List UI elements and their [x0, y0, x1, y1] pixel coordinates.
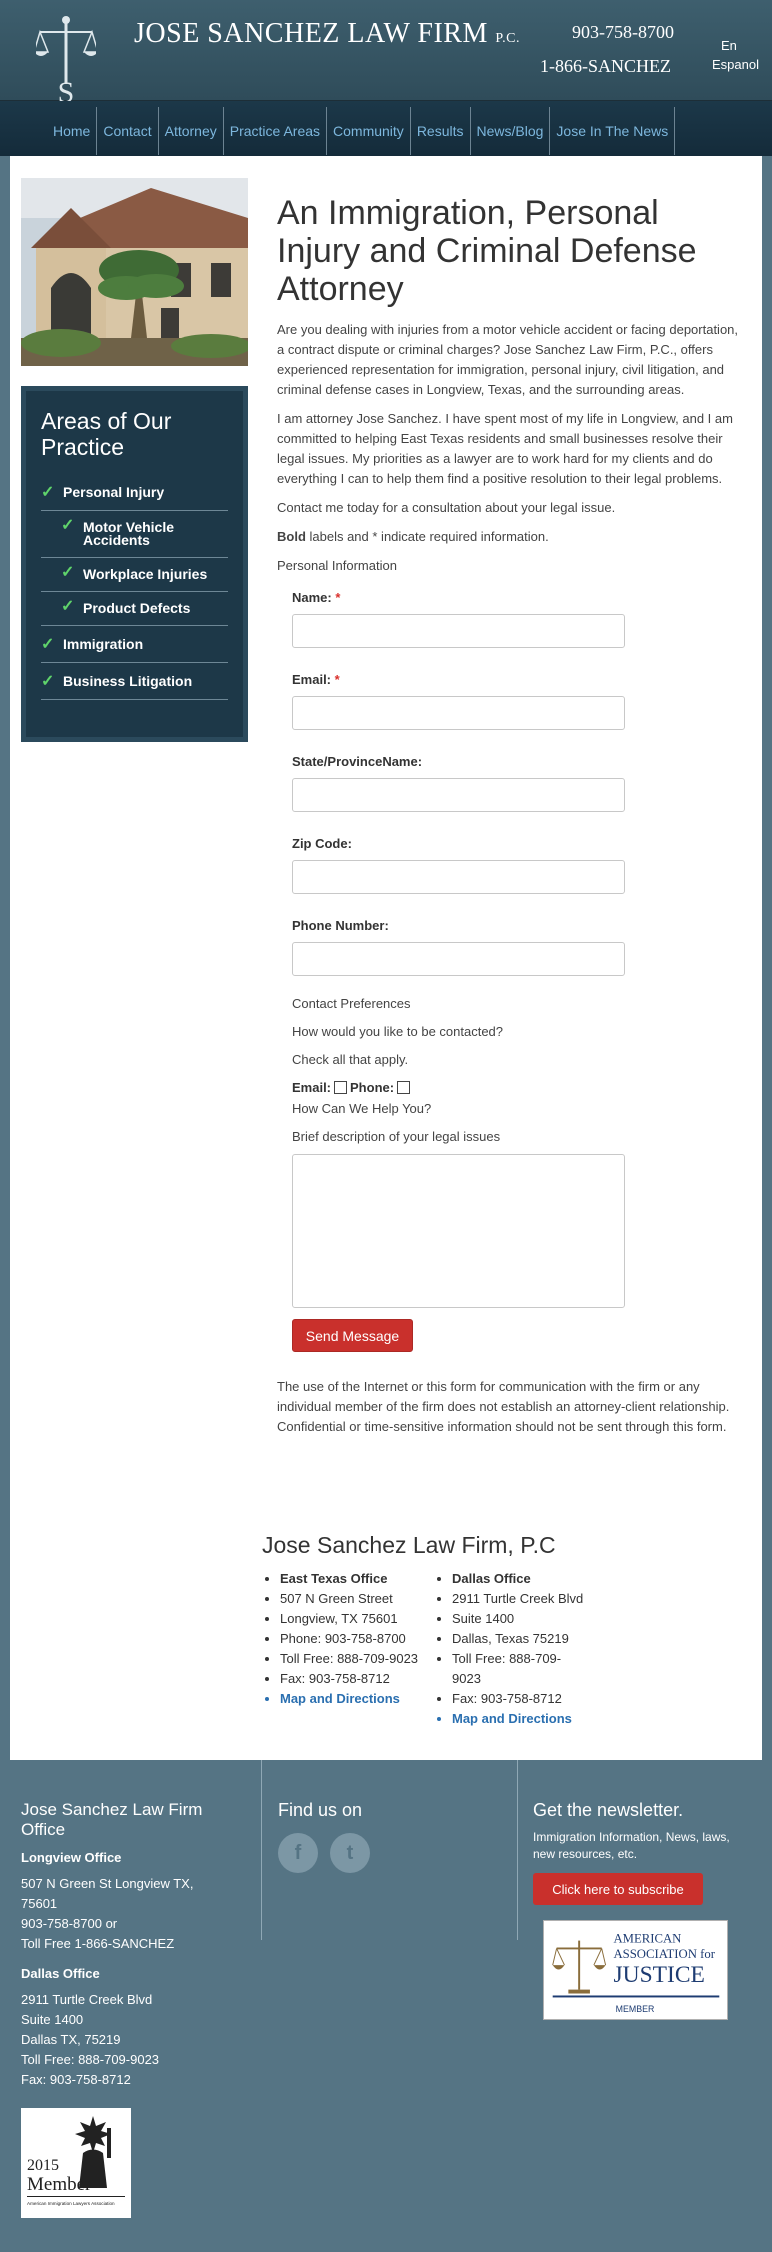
- name-field[interactable]: [292, 614, 625, 648]
- zip-label: Zip Code:: [292, 836, 352, 851]
- cta-paragraph: Contact me today for a consultation abou…: [277, 500, 616, 515]
- svg-text:JUSTICE: JUSTICE: [613, 1962, 704, 1988]
- twitter-icon[interactable]: t: [330, 1833, 370, 1873]
- nav-contact[interactable]: Contact: [96, 107, 159, 155]
- sidebar-item-business-litigation[interactable]: ✓ Business Litigation: [41, 663, 228, 700]
- attorney-paragraph: I am attorney Jose Sanchez. I have spent…: [277, 411, 733, 486]
- email-field[interactable]: [292, 696, 625, 730]
- checkmark-icon: ✓: [61, 598, 75, 615]
- main-content-panel: Areas of Our Practice ✓ Personal Injury …: [10, 156, 762, 1760]
- aila-2015-member-badge: 2015 Member American Immigration Lawyers…: [21, 2108, 131, 2218]
- how-help-text: How Can We Help You?: [292, 1101, 432, 1116]
- sidebar-item-personal-injury[interactable]: ✓ Personal Injury: [41, 474, 228, 511]
- site-header: S JOSE SANCHEZ LAW FIRM P.C. 903-758-870…: [0, 0, 772, 106]
- sidebar-item-motor-vehicle[interactable]: ✓ Motor Vehicle Accidents: [41, 511, 228, 558]
- phone-label: Phone Number:: [292, 918, 389, 933]
- email-label: Email: *: [292, 672, 340, 687]
- phone-local[interactable]: 903-758-8700: [572, 22, 674, 43]
- sidebar-item-immigration[interactable]: ✓ Immigration: [41, 626, 228, 663]
- phone-field[interactable]: [292, 942, 625, 976]
- brief-description-label: Brief description of your legal issues: [292, 1129, 501, 1144]
- checkmark-icon: ✓: [61, 517, 75, 534]
- aaj-member-logo[interactable]: AMERICAN ASSOCIATION for JUSTICE MEMBER: [543, 1920, 728, 2020]
- checkmark-icon: ✓: [41, 673, 55, 690]
- svg-text:ASSOCIATION for: ASSOCIATION for: [613, 1947, 715, 1961]
- svg-text:2015: 2015: [27, 2157, 59, 2174]
- nav-results[interactable]: Results: [409, 107, 471, 155]
- phone-checkbox[interactable]: [397, 1081, 411, 1094]
- check-all-text: Check all that apply.: [292, 1052, 409, 1067]
- footer-social: Find us on ft: [278, 1800, 382, 1873]
- email-checkbox[interactable]: [334, 1081, 348, 1094]
- nav-home[interactable]: Home: [47, 107, 98, 155]
- sidebar-item-product-defects[interactable]: ✓ Product Defects: [41, 592, 228, 626]
- section-personal-info: Personal Information: [277, 558, 397, 573]
- footer-divider: [261, 1760, 262, 1940]
- offices-title: Jose Sanchez Law Firm, P.C: [262, 1532, 556, 1558]
- checkmark-icon: ✓: [61, 564, 75, 581]
- practice-areas-sidebar: Areas of Our Practice ✓ Personal Injury …: [21, 386, 248, 742]
- checkmark-icon: ✓: [41, 636, 55, 653]
- lang-spanish-link[interactable]: Espanol: [712, 57, 759, 72]
- svg-text:AMERICAN: AMERICAN: [613, 1932, 681, 1946]
- scales-of-justice-logo[interactable]: S: [36, 14, 96, 106]
- disclaimer: The use of the Internet or this form for…: [277, 1379, 730, 1434]
- lang-english-link[interactable]: En: [721, 38, 737, 53]
- required-note: Bold labels and * indicate required info…: [277, 529, 549, 544]
- east-texas-office-list: East Texas Office 507 N Green Street Lon…: [262, 1569, 434, 1729]
- page-title: An Immigration, Personal Injury and Crim…: [277, 194, 697, 308]
- footer-office-info: Jose Sanchez Law Firm Office Longview Of…: [21, 1800, 203, 2087]
- how-contact-text: How would you like to be contacted?: [292, 1024, 504, 1039]
- contact-method-row: Email: Phone:: [292, 1080, 739, 1095]
- nav-practice-areas[interactable]: Practice Areas: [222, 107, 328, 155]
- svg-text:Member: Member: [27, 2174, 92, 2195]
- office-building-photo: [21, 178, 248, 366]
- contact-preferences: Contact Preferences: [292, 996, 411, 1011]
- dallas-map-link[interactable]: Map and Directions: [452, 1709, 584, 1729]
- checkmark-icon: ✓: [41, 484, 55, 501]
- svg-text:American Immigration Lawyers A: American Immigration Lawyers Association: [27, 2201, 115, 2206]
- subscribe-button[interactable]: Click here to subscribe: [533, 1873, 703, 1905]
- offices-section: Jose Sanchez Law Firm, P.C East Texas Of…: [262, 1532, 742, 1729]
- state-label: State/ProvinceName:: [292, 754, 423, 769]
- send-message-button[interactable]: Send Message: [292, 1319, 413, 1352]
- sidebar-item-workplace[interactable]: ✓ Workplace Injuries: [41, 558, 228, 592]
- nav-attorney[interactable]: Attorney: [157, 107, 224, 155]
- dallas-office-list: Dallas Office 2911 Turtle Creek Blvd Sui…: [434, 1569, 584, 1729]
- main-nav: Home Contact Attorney Practice Areas Com…: [0, 101, 772, 156]
- nav-jose-in-the-news[interactable]: Jose In The News: [549, 107, 676, 155]
- legal-issue-textarea[interactable]: [292, 1154, 625, 1308]
- zip-field[interactable]: [292, 860, 625, 894]
- firm-name[interactable]: JOSE SANCHEZ LAW FIRM P.C.: [134, 18, 520, 50]
- svg-text:MEMBER: MEMBER: [616, 2004, 655, 2014]
- name-label: Name: *: [292, 590, 341, 605]
- article: An Immigration, Personal Injury and Crim…: [277, 156, 739, 1446]
- phone-tollfree[interactable]: 1-866-SANCHEZ: [540, 56, 671, 77]
- east-map-link[interactable]: Map and Directions: [280, 1689, 434, 1709]
- intro-paragraph: Are you dealing with injuries from a mot…: [277, 322, 739, 397]
- nav-community[interactable]: Community: [326, 107, 411, 155]
- footer-divider: [517, 1760, 518, 1940]
- contact-form: Name: * Email: * State/ProvinceName: Zip…: [277, 590, 739, 1352]
- facebook-icon[interactable]: f: [278, 1833, 318, 1873]
- sidebar-title: Areas of Our Practice: [41, 408, 172, 460]
- footer-newsletter: Get the newsletter. Immigration Informat…: [533, 1800, 743, 1905]
- nav-news-blog[interactable]: News/Blog: [469, 107, 551, 155]
- site-footer: Jose Sanchez Law Firm Office Longview Of…: [0, 1760, 772, 2252]
- state-field[interactable]: [292, 778, 625, 812]
